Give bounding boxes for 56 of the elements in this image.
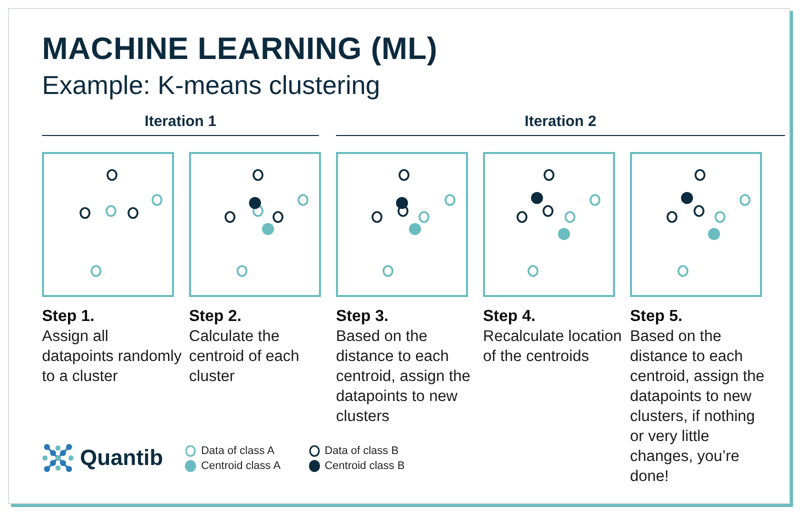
data-point bbox=[106, 205, 116, 217]
centroid-point bbox=[531, 192, 543, 204]
step-description: Recalculate location of the centroids bbox=[483, 327, 623, 367]
centroid-point bbox=[558, 228, 570, 240]
data-point bbox=[528, 265, 538, 277]
data-point bbox=[252, 169, 264, 181]
iteration-heading: Iteration 2 bbox=[336, 113, 785, 136]
step-description: Assign all datapoints randomly to a cluster bbox=[42, 327, 182, 387]
data-point bbox=[90, 265, 102, 277]
iteration-heading: Iteration 1 bbox=[42, 113, 319, 136]
logo-wordmark: Quantib bbox=[80, 445, 164, 471]
centroid-point bbox=[681, 192, 693, 204]
data-point bbox=[372, 211, 382, 223]
legend-label: Data of class B bbox=[324, 444, 399, 456]
data-point bbox=[694, 169, 706, 181]
step-label: Step 4. bbox=[483, 307, 536, 327]
step-description: Based on the distance to each centroid, assign the datapoints to new clusters, if nothing or very little changes, you’re done! bbox=[630, 327, 766, 487]
subtitle: Example: K-means clustering bbox=[42, 69, 382, 101]
data-point bbox=[678, 265, 688, 277]
data-point bbox=[236, 265, 248, 277]
data-point bbox=[740, 194, 750, 206]
data-point bbox=[152, 194, 162, 206]
step-label: Step 5. bbox=[630, 307, 684, 327]
data-point bbox=[542, 205, 554, 217]
centroid-point bbox=[262, 223, 274, 235]
centroid-point bbox=[396, 197, 408, 209]
step-label: Step 2. bbox=[189, 307, 242, 327]
step-label: Step 1. bbox=[42, 307, 96, 327]
centroid-point bbox=[708, 228, 720, 240]
data-point bbox=[418, 211, 430, 223]
data-point bbox=[224, 211, 236, 223]
step-description: Calculate the centroid of each cluster bbox=[189, 327, 300, 387]
step-label: Step 3. bbox=[336, 307, 390, 327]
data-point bbox=[128, 207, 138, 219]
data-point bbox=[382, 265, 394, 277]
centroid-point bbox=[409, 223, 421, 235]
title: MACHINE LEARNING (ML) bbox=[42, 31, 438, 67]
data-point bbox=[272, 211, 284, 223]
data-point bbox=[298, 194, 308, 206]
data-point bbox=[398, 169, 410, 181]
data-point bbox=[590, 194, 600, 206]
data-point bbox=[564, 211, 576, 223]
data-point bbox=[106, 169, 118, 181]
legend-label: Data of class A bbox=[201, 444, 274, 456]
data-point bbox=[516, 211, 528, 223]
data-point bbox=[714, 211, 726, 223]
data-point bbox=[694, 205, 704, 217]
data-point bbox=[544, 169, 554, 181]
legend-label: Centroid class A bbox=[201, 460, 281, 472]
step-description: Based on the distance to each centroid, assign the datapoints to new clusters bbox=[336, 327, 472, 427]
data-point bbox=[666, 211, 678, 223]
data-point bbox=[80, 207, 90, 219]
network-dots-icon bbox=[42, 443, 74, 473]
centroid-point bbox=[249, 197, 261, 209]
legend-label: Centroid class B bbox=[324, 460, 405, 472]
data-point bbox=[444, 194, 456, 206]
